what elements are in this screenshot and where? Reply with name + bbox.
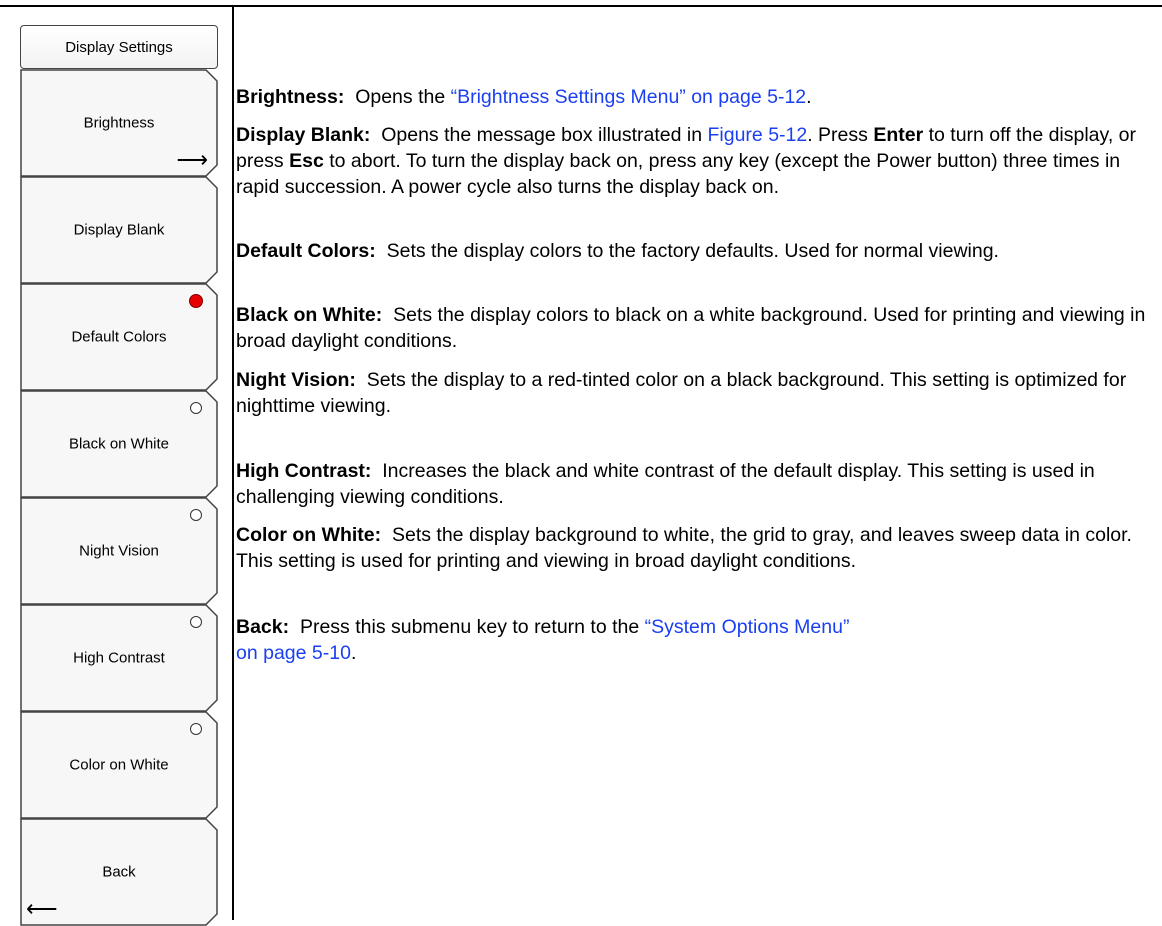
- term: Color on White:: [236, 524, 382, 546]
- high-contrast-key-label: High Contrast: [73, 649, 165, 667]
- display-settings-menu: Display Settings Brightness ⟶ Display Bl…: [20, 25, 218, 926]
- enter-key-text: Enter: [873, 124, 924, 146]
- top-rule: [0, 5, 1162, 7]
- text: Sets the display colors to the factory d…: [375, 240, 999, 262]
- term: Black on White:: [236, 304, 383, 326]
- black-on-white-key-label: Black on White: [68, 435, 170, 453]
- color-on-white-description: Color on White: Sets the display backgro…: [236, 522, 1146, 574]
- term: Night Vision:: [236, 369, 356, 391]
- text: Opens the message box illustrated in: [370, 124, 708, 146]
- text: Opens the: [344, 86, 451, 108]
- menu-title: Display Settings: [20, 25, 218, 69]
- radio-empty-icon: [190, 402, 202, 414]
- esc-key-text: Esc: [289, 150, 324, 172]
- text: Press this submenu key to return to the: [289, 616, 645, 638]
- night-vision-key-label: Night Vision: [79, 542, 159, 560]
- black-on-white-key[interactable]: Black on White: [20, 390, 218, 498]
- radio-empty-icon: [190, 509, 202, 521]
- term: Default Colors:: [236, 240, 376, 262]
- text: .: [350, 642, 357, 664]
- back-key[interactable]: Back ⟵: [20, 818, 218, 926]
- display-blank-key-label: Display Blank: [73, 221, 165, 239]
- radio-selected-icon: [189, 294, 203, 308]
- black-on-white-description: Black on White: Sets the display colors …: [236, 302, 1146, 354]
- text: . Press: [807, 124, 874, 146]
- brightness-key-label: Brightness: [83, 114, 155, 132]
- high-contrast-description: High Contrast: Increases the black and w…: [236, 458, 1146, 510]
- back-description: Back: Press this submenu key to return t…: [236, 614, 876, 666]
- radio-empty-icon: [190, 616, 202, 628]
- default-colors-key-label: Default Colors: [71, 328, 167, 346]
- default-colors-description: Default Colors: Sets the display colors …: [236, 238, 1146, 264]
- default-colors-key[interactable]: Default Colors: [20, 283, 218, 391]
- brightness-menu-link[interactable]: “Brightness Settings Menu” on page 5-12: [451, 86, 807, 108]
- text: to abort. To turn the display back on, p…: [236, 150, 1121, 198]
- term: Display Blank:: [236, 124, 371, 146]
- column-divider: [232, 5, 234, 920]
- text: Sets the display to a red-tinted color o…: [236, 369, 1132, 417]
- text: .: [806, 86, 812, 108]
- term: Back:: [236, 616, 290, 638]
- color-on-white-key[interactable]: Color on White: [20, 711, 218, 819]
- color-on-white-key-label: Color on White: [69, 756, 169, 774]
- night-vision-key[interactable]: Night Vision: [20, 497, 218, 605]
- arrow-right-icon: ⟶: [176, 147, 208, 172]
- display-blank-key[interactable]: Display Blank: [20, 176, 218, 284]
- brightness-description: Brightness: Opens the “Brightness Settin…: [236, 84, 1146, 110]
- night-vision-description: Night Vision: Sets the display to a red-…: [236, 367, 1146, 419]
- brightness-key[interactable]: Brightness ⟶: [20, 69, 218, 177]
- display-blank-description: Display Blank: Opens the message box ill…: [236, 122, 1146, 200]
- arrow-left-icon: ⟵: [26, 896, 58, 921]
- term: High Contrast:: [236, 460, 372, 482]
- radio-empty-icon: [190, 723, 202, 735]
- term: Brightness:: [236, 86, 345, 108]
- back-key-label: Back: [102, 863, 136, 881]
- high-contrast-key[interactable]: High Contrast: [20, 604, 218, 712]
- figure-link[interactable]: Figure 5-12: [708, 124, 808, 146]
